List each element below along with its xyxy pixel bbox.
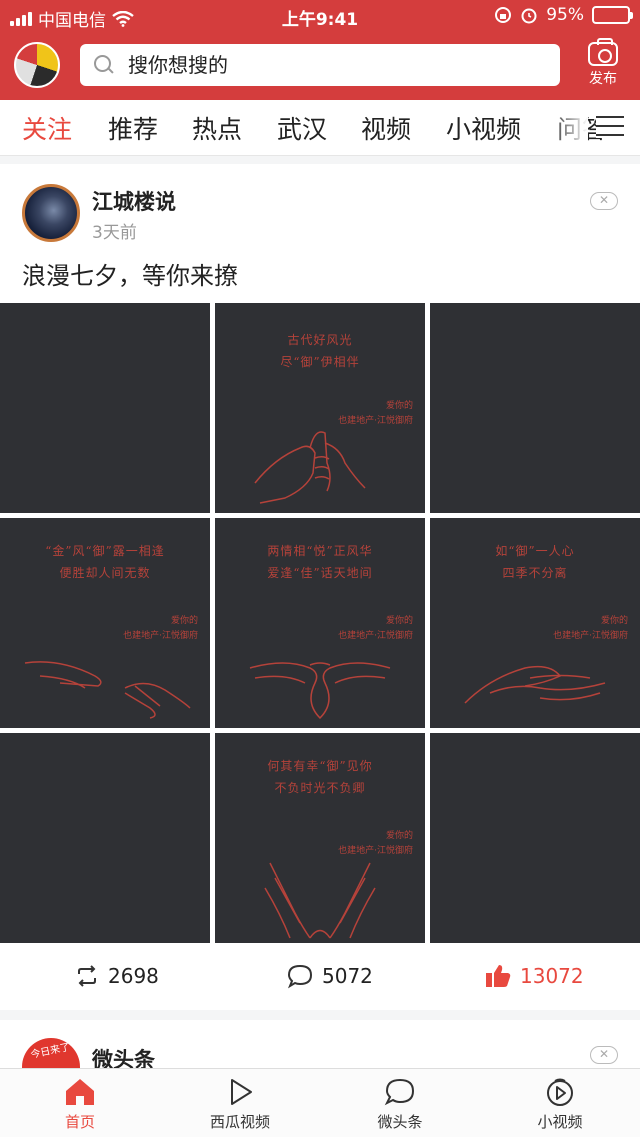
play-icon [231,1079,252,1105]
camera-icon [588,38,618,66]
rotation-lock-icon [495,7,512,23]
poem-line: 古代好风光 [287,333,353,347]
grid-image-1[interactable] [0,303,210,513]
tab-hot[interactable]: 热点 [192,110,242,146]
signature: 爱你的 也建地产·江悦御府 [338,614,413,644]
tab-recommend[interactable]: 推荐 [108,110,158,146]
grid-image-6[interactable]: 如“御”一人心 四季不分离 爱你的 也建地产·江悦御府 [430,518,640,728]
signature: 爱你的 也建地产·江悦御府 [553,614,628,644]
poem-line: 如“御”一人心 [495,544,575,558]
poem-line: 便胜却人间无数 [59,566,151,580]
post-time: 3天前 [92,223,137,243]
action-bar: 2698 5072 13072 [0,956,640,996]
poem-text: 何其有幸“御”见你 不负时光不负卿 [215,755,425,799]
search-icon [94,55,114,75]
tabs-fade [548,100,588,155]
publish-label: 发布 [589,71,617,87]
poem-text: 古代好风光 尽“御”伊相伴 [215,329,425,373]
signature: 爱你的 也建地产·江悦御府 [123,614,198,644]
hands-thumbs-illustration [254,431,366,504]
nav-label: 小视频 [537,1113,583,1131]
signature-line: 爱你的 [600,616,628,626]
signature-line: 爱你的 [385,616,413,626]
signature-line: 也建地产·江悦御府 [338,631,413,641]
poem-line: 何其有幸“御”见你 [267,759,373,773]
holding-hands-illustration [464,665,606,704]
signature-line: 爱你的 [170,616,198,626]
fingers-illustration [264,862,376,939]
poem-line: 不负时光不负卿 [274,781,366,795]
signature-line: 爱你的 [385,831,413,841]
tab-wuhan[interactable]: 武汉 [277,110,327,146]
comment-icon [287,964,313,989]
poem-text: 两情相“悦”正风华 爱逢“佳”话天地间 [215,540,425,584]
poem-text: 如“御”一人心 四季不分离 [430,540,640,584]
nav-label: 首页 [64,1113,95,1131]
repost-button[interactable]: 2698 [74,956,159,996]
nav-micro-headline[interactable]: 微头条 [340,1077,460,1132]
poem-line: 两情相“悦”正风华 [267,544,373,558]
grid-image-7[interactable] [0,733,210,943]
image-grid: 古代好风光 尽“御”伊相伴 爱你的 也建地产·江悦御府 “金”风“御”露一相逢 … [0,303,640,943]
tab-small-video[interactable]: 小视频 [446,110,521,146]
grid-image-3[interactable] [430,303,640,513]
dismiss-button[interactable]: ✕ [590,1046,618,1064]
avatar-text: 今日来了 [29,1041,72,1061]
like-count: 13072 [520,964,584,988]
thumbs-up-icon [486,965,511,987]
signature-line: 也建地产·江悦御府 [553,631,628,641]
search-bar[interactable] [80,44,560,86]
publish-button[interactable]: 发布 [574,38,632,94]
author-name[interactable]: 江城楼说 [92,186,176,216]
nav-home[interactable]: 首页 [20,1077,140,1132]
search-input[interactable] [128,53,508,77]
grid-image-5[interactable]: 两情相“悦”正风华 爱逢“佳”话天地间 爱你的 也建地产·江悦御府 [215,518,425,728]
grid-image-9[interactable] [430,733,640,943]
channel-tabs: 关注 推荐 热点 武汉 视频 小视频 问答 [0,100,640,156]
chat-icon [384,1078,415,1106]
nav-xigua-video[interactable]: 西瓜视频 [180,1077,300,1132]
nav-small-video[interactable]: 小视频 [500,1077,620,1132]
battery-icon [592,6,633,24]
feed-card[interactable]: 江城楼说 3天前 ✕ 浪漫七夕，等你来撩 古代好风光 尽“御”伊相伴 爱你的 也… [0,164,640,1010]
user-avatar[interactable] [14,42,60,88]
grid-image-4[interactable]: “金”风“御”露一相逢 便胜却人间无数 爱你的 也建地产·江悦御府 [0,518,210,728]
nav-label: 微头条 [377,1113,423,1131]
tab-video[interactable]: 视频 [361,110,411,146]
menu-icon[interactable] [596,116,624,138]
like-button[interactable]: 13072 [484,956,584,996]
home-icon [66,1079,94,1105]
comment-button[interactable]: 5072 [286,956,373,996]
dismiss-button[interactable]: ✕ [590,192,618,210]
post-text[interactable]: 浪漫七夕，等你来撩 [22,256,238,291]
repost-count: 2698 [108,964,159,988]
status-bar: 中国电信 上午9:41 95% [0,0,640,34]
battery-percent: 95% [546,5,584,25]
nav-label: 西瓜视频 [209,1113,270,1131]
small-video-icon [547,1078,573,1106]
poem-line: 爱逢“佳”话天地间 [267,566,373,580]
author-avatar[interactable]: 今日来了 [22,1038,80,1070]
grid-image-8[interactable]: 何其有幸“御”见你 不负时光不负卿 爱你的 也建地产·江悦御府 [215,733,425,943]
comment-count: 5072 [322,964,373,988]
poem-line: 尽“御”伊相伴 [280,355,360,369]
repost-icon [78,965,96,987]
heart-hands-illustration [249,662,391,720]
grid-image-2[interactable]: 古代好风光 尽“御”伊相伴 爱你的 也建地产·江悦御府 [215,303,425,513]
app-header: 中国电信 上午9:41 95% 发布 [0,0,640,100]
signature-line: 也建地产·江悦御府 [123,631,198,641]
feed-card-next[interactable]: 今日来了 微头条 ✕ [0,1020,640,1070]
bottom-nav: 首页 西瓜视频 微头条 小视频 [0,1068,640,1137]
poem-line: “金”风“御”露一相逢 [45,544,165,558]
tab-follow[interactable]: 关注 [22,110,72,146]
poem-text: “金”风“御”露一相逢 便胜却人间无数 [0,540,210,584]
poem-line: 四季不分离 [502,566,568,580]
alarm-icon [521,8,537,24]
author-name[interactable]: 微头条 [92,1044,155,1070]
reaching-hands-illustration [24,661,191,719]
author-avatar[interactable] [22,184,80,242]
